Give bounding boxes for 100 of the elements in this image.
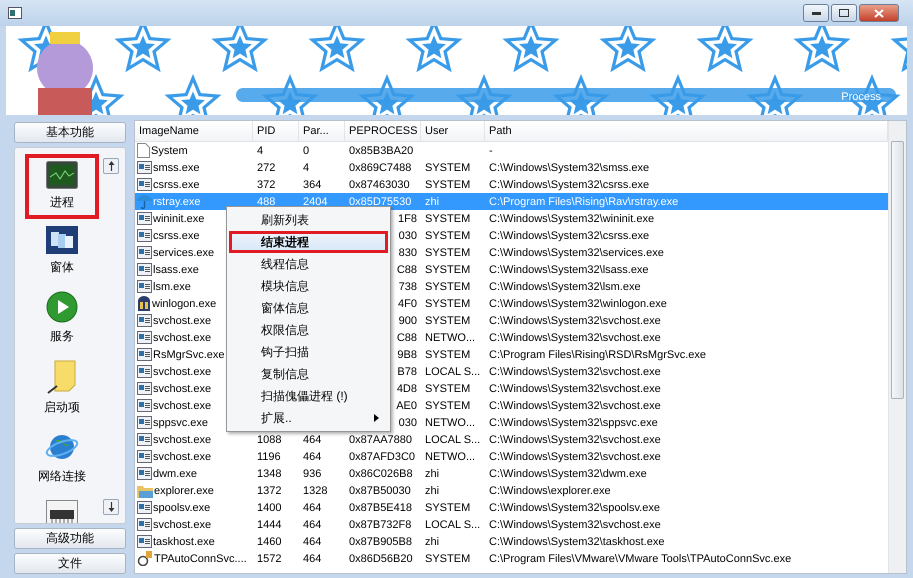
- table-cell-text: 464: [302, 434, 322, 446]
- table-cell-text: 1348: [256, 468, 282, 480]
- table-cell-text: SYSTEM: [424, 178, 472, 190]
- nav-item[interactable]: 启动项: [25, 353, 99, 424]
- umbrella-icon: [137, 194, 152, 209]
- nav-item[interactable]: 网络连接: [25, 424, 99, 493]
- table-cell-text: C:\Windows\System32\wininit.exe: [488, 212, 656, 224]
- table-cell-text: LOCAL S...: [424, 366, 482, 378]
- table-cell-text: 0x87B5E418: [348, 502, 413, 514]
- column-header[interactable]: User: [421, 121, 485, 141]
- table-cell-text: SYSTEM: [424, 162, 472, 174]
- program-icon: [137, 229, 152, 242]
- menu-item[interactable]: 扩展..: [229, 407, 388, 429]
- program-icon: [137, 280, 152, 293]
- scrollbar[interactable]: [888, 121, 906, 573]
- table-cell-text: C:\Windows\System32\svchost.exe: [488, 400, 662, 412]
- table-cell-text: 364: [302, 178, 322, 190]
- table-cell-text: SYSTEM: [424, 246, 472, 258]
- column-header[interactable]: PEPROCESS: [345, 121, 421, 141]
- table-cell-text: 1400: [256, 502, 282, 514]
- table-cell-text: 9B8: [396, 348, 418, 360]
- menu-item[interactable]: 模块信息: [229, 275, 388, 297]
- menu-item[interactable]: 扫描傀儡进程 (!): [229, 385, 388, 407]
- menu-item[interactable]: 线程信息: [229, 253, 388, 275]
- up-arrow-icon: [108, 161, 114, 171]
- document-icon: [137, 143, 150, 158]
- column-header[interactable]: PID: [253, 121, 299, 141]
- nav-item[interactable]: 服务: [25, 284, 99, 353]
- table-cell: lsm.exe: [153, 280, 191, 292]
- table-cell-text: 1088: [256, 434, 282, 446]
- group-button[interactable]: 高级功能: [14, 528, 126, 549]
- table-cell-text: 464: [302, 450, 322, 462]
- table-cell: TPAutoConnSvc....: [154, 552, 247, 564]
- table-cell-text: C:\Windows\System32\sppsvc.exe: [488, 416, 659, 428]
- table-cell-text: C:\Program Files\Rising\Rav\rstray.exe: [488, 196, 680, 208]
- menu-item[interactable]: 结束进程: [229, 231, 388, 253]
- table-cell: csrss.exe: [153, 230, 200, 242]
- program-icon: [137, 161, 152, 174]
- nav-item[interactable]: 窗体: [25, 219, 99, 284]
- table-cell: taskhost.exe: [153, 536, 215, 548]
- table-cell-text: 4F0: [397, 298, 418, 310]
- table-cell-text: 464: [302, 552, 322, 564]
- table-cell-text: 0x87B50030: [348, 484, 412, 496]
- program-icon: [137, 518, 152, 531]
- table-cell-text: C:\Windows\explorer.exe: [488, 484, 612, 496]
- table-cell-text: SYSTEM: [424, 280, 472, 292]
- program-icon: [137, 450, 152, 463]
- program-icon: [137, 433, 152, 446]
- minimize-icon: [812, 12, 820, 14]
- table-cell-text: C:\Windows\System32\svchost.exe: [488, 382, 662, 394]
- table-cell: services.exe: [153, 246, 214, 258]
- table-cell-text: C:\Windows\System32\dwm.exe: [488, 468, 648, 480]
- table-cell-text: 1460: [256, 536, 282, 548]
- table-cell-text: 0: [302, 144, 310, 156]
- close-button[interactable]: [859, 4, 899, 22]
- menu-item[interactable]: 复制信息: [229, 363, 388, 385]
- program-icon: [137, 399, 152, 412]
- table-cell-text: C:\Windows\System32\svchost.exe: [488, 366, 662, 378]
- program-icon: [137, 382, 152, 395]
- menu-item[interactable]: 刷新列表: [229, 209, 388, 231]
- table-cell: RsMgrSvc.exe: [153, 348, 225, 360]
- group-button[interactable]: 文件: [14, 553, 126, 574]
- table-cell: explorer.exe: [154, 484, 214, 496]
- menu-item[interactable]: 权限信息: [229, 319, 388, 341]
- table-cell-text: C:\Program Files\VMware\VMware Tools\TPAutoConnSvc.exe: [488, 552, 792, 564]
- table-cell-text: 030: [398, 230, 418, 242]
- table-cell: svchost.exe: [153, 434, 212, 446]
- program-icon: [137, 246, 152, 259]
- table-cell-text: SYSTEM: [424, 212, 472, 224]
- minimize-button[interactable]: [803, 4, 829, 22]
- table-cell-text: C:\Windows\System32\svchost.exe: [488, 434, 662, 446]
- table-cell-text: 0x87463030: [348, 178, 411, 190]
- scroll-down-button[interactable]: [103, 499, 119, 515]
- table-cell-text: SYSTEM: [424, 382, 472, 394]
- table-cell-text: 030: [398, 416, 418, 428]
- maximize-button[interactable]: [831, 4, 857, 22]
- note-icon: [47, 360, 77, 394]
- program-icon: [137, 535, 152, 548]
- table-cell-text: 4D8: [396, 382, 418, 394]
- group-button[interactable]: 基本功能: [14, 122, 126, 143]
- table-cell-text: C:\Windows\System32\svchost.exe: [488, 450, 662, 462]
- table-cell-text: NETWO...: [424, 416, 476, 428]
- service-icon: [137, 551, 153, 566]
- table-cell-text: SYSTEM: [424, 314, 472, 326]
- menu-item[interactable]: 窗体信息: [229, 297, 388, 319]
- column-header[interactable]: ImageName: [135, 121, 253, 141]
- program-icon: [137, 365, 152, 378]
- menu-item[interactable]: 钩子扫描: [229, 341, 388, 363]
- scrollbar-thumb[interactable]: [891, 141, 904, 399]
- table-cell-text: 0x87AA7880: [348, 434, 413, 446]
- table-cell-text: B78: [396, 366, 418, 378]
- table-cell-text: 738: [398, 280, 418, 292]
- nav-item[interactable]: 进程: [25, 154, 99, 219]
- table-cell-text: SYSTEM: [424, 552, 472, 564]
- table-cell: dwm.exe: [153, 468, 198, 480]
- scroll-up-button[interactable]: [103, 158, 119, 174]
- table-cell: lsass.exe: [153, 264, 199, 276]
- table-cell-text: 4: [256, 144, 264, 156]
- column-header[interactable]: Par...: [299, 121, 345, 141]
- table-cell-text: C:\Windows\System32\csrss.exe: [488, 178, 650, 190]
